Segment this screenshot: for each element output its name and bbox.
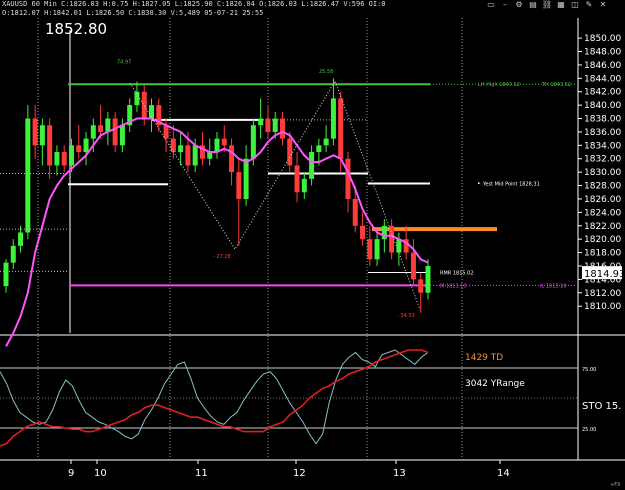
candle-body xyxy=(323,138,329,146)
osc-tick-75: 75.00 xyxy=(582,367,596,373)
x-tick-label: 10 xyxy=(94,468,107,479)
y-tick-label: 1840.00 xyxy=(584,101,621,111)
candle-body xyxy=(250,125,256,159)
candle-body xyxy=(221,138,227,146)
candle-body xyxy=(425,265,431,293)
x-tick-label: 11 xyxy=(195,468,208,479)
m-label: M 1813.10 xyxy=(440,283,467,289)
candle-body xyxy=(272,118,278,132)
y-tick-label: 1830.00 xyxy=(584,168,621,178)
chart-canvas: 1850.00 1848.00 1846.00 1844.00 1842.00 1840.… xyxy=(0,18,625,488)
candle-body xyxy=(170,138,176,153)
x-tick-label: 14 xyxy=(497,468,510,479)
candle-body xyxy=(185,145,191,166)
candle-body xyxy=(381,225,387,240)
candle-body xyxy=(10,245,16,263)
rmr-label: RMR 1815.02 xyxy=(440,271,474,277)
candle-body xyxy=(338,98,344,159)
candle-body xyxy=(61,152,67,166)
td-label: 1429 TD xyxy=(465,353,503,363)
y-tick-label: 1838.00 xyxy=(584,115,621,125)
y-tick-label: 1812.00 xyxy=(584,289,621,299)
candle-body xyxy=(39,125,45,146)
th-label: TH 1843.52 xyxy=(541,82,571,88)
candle-body xyxy=(374,239,380,260)
swing-label-high1: 74.97 xyxy=(117,60,131,66)
candle-body xyxy=(90,125,96,139)
candle-body xyxy=(119,125,125,146)
candle-body xyxy=(330,98,336,139)
candle-body xyxy=(352,198,358,226)
candle-body xyxy=(25,118,31,233)
candle-body xyxy=(396,239,402,253)
y-tick-label: 1826.00 xyxy=(584,195,621,205)
candle-body xyxy=(410,252,416,280)
candle-body xyxy=(98,125,104,132)
candle-body xyxy=(76,145,82,153)
candle-body xyxy=(68,145,74,166)
x-tick-label: 9 xyxy=(68,468,74,479)
candle-body xyxy=(367,239,373,260)
candle-body xyxy=(47,125,53,166)
y-tick-label: 1820.00 xyxy=(584,235,621,245)
candle-body xyxy=(418,279,424,293)
y-tick-label: 1842.00 xyxy=(584,88,621,98)
x-tick-label: 12 xyxy=(293,468,306,479)
y-tick-label: 1850.00 xyxy=(584,34,621,44)
candle-body xyxy=(207,152,213,159)
y-tick-label: 1832.00 xyxy=(584,155,621,165)
candle-body xyxy=(229,145,235,173)
swing-label-low2: - 34.33 xyxy=(397,313,415,319)
swing-label-low1: - 27.28 xyxy=(213,254,231,260)
y-tick-label: 1848.00 xyxy=(584,48,621,58)
expand-icon: +FX xyxy=(610,482,621,488)
y-tick-label: 1810.00 xyxy=(584,302,621,312)
candle-body xyxy=(265,118,271,132)
candle-body xyxy=(360,225,366,240)
candle-body xyxy=(243,158,249,199)
candle-body xyxy=(316,145,322,153)
candle-body xyxy=(287,138,293,166)
yrange-label: 3042 YRange xyxy=(465,379,525,389)
candle-body xyxy=(309,152,315,179)
y-tick-label: 1836.00 xyxy=(584,128,621,138)
y-tick-label: 1846.00 xyxy=(584,61,621,71)
candle-body xyxy=(294,165,300,193)
candle-body xyxy=(236,172,242,199)
trading-chart-window: XAUUSD 60 Min C:1826.03 H:0.75 H:1827.05… xyxy=(0,0,625,490)
lh-high-label: LH High 1843.12 xyxy=(478,82,520,88)
mid-point-bullet: • xyxy=(477,180,481,187)
y-tick-label: 1824.00 xyxy=(584,208,621,218)
y-tick-label: 1828.00 xyxy=(584,182,621,192)
candle-body xyxy=(345,158,351,199)
oscillator-series-0 xyxy=(0,349,429,445)
candle-body xyxy=(141,91,147,119)
candle-body xyxy=(178,145,184,153)
y-tick-label: 1818.00 xyxy=(584,249,621,259)
y-tick-label: 1822.00 xyxy=(584,222,621,232)
y-tick-label: 1834.00 xyxy=(584,141,621,151)
yest-mid-label: Yest Mid Point 1828.31 xyxy=(482,181,540,187)
candle-body xyxy=(192,145,198,166)
candle-body xyxy=(54,152,60,166)
candle-body xyxy=(3,262,9,287)
osc-tick-25: 25.00 xyxy=(582,427,596,433)
candle-body xyxy=(83,138,89,153)
candle-body xyxy=(112,118,118,146)
candle-body xyxy=(389,225,395,253)
swing-label-high2: 25.58 xyxy=(319,69,333,75)
candle-body xyxy=(301,178,307,193)
candle-body xyxy=(258,118,264,126)
candle-body xyxy=(214,138,220,153)
candle-body xyxy=(32,118,38,146)
candle-body xyxy=(279,118,285,139)
sto-label: STO 15. xyxy=(582,401,621,412)
x-tick-label: 13 xyxy=(393,468,406,479)
y-tick-label: 1844.00 xyxy=(584,74,621,84)
candle-body xyxy=(18,232,24,246)
candle-body xyxy=(105,118,111,132)
current-price-label: 1814.93 xyxy=(584,269,625,280)
il-label: IL 1813.10 xyxy=(540,283,567,289)
